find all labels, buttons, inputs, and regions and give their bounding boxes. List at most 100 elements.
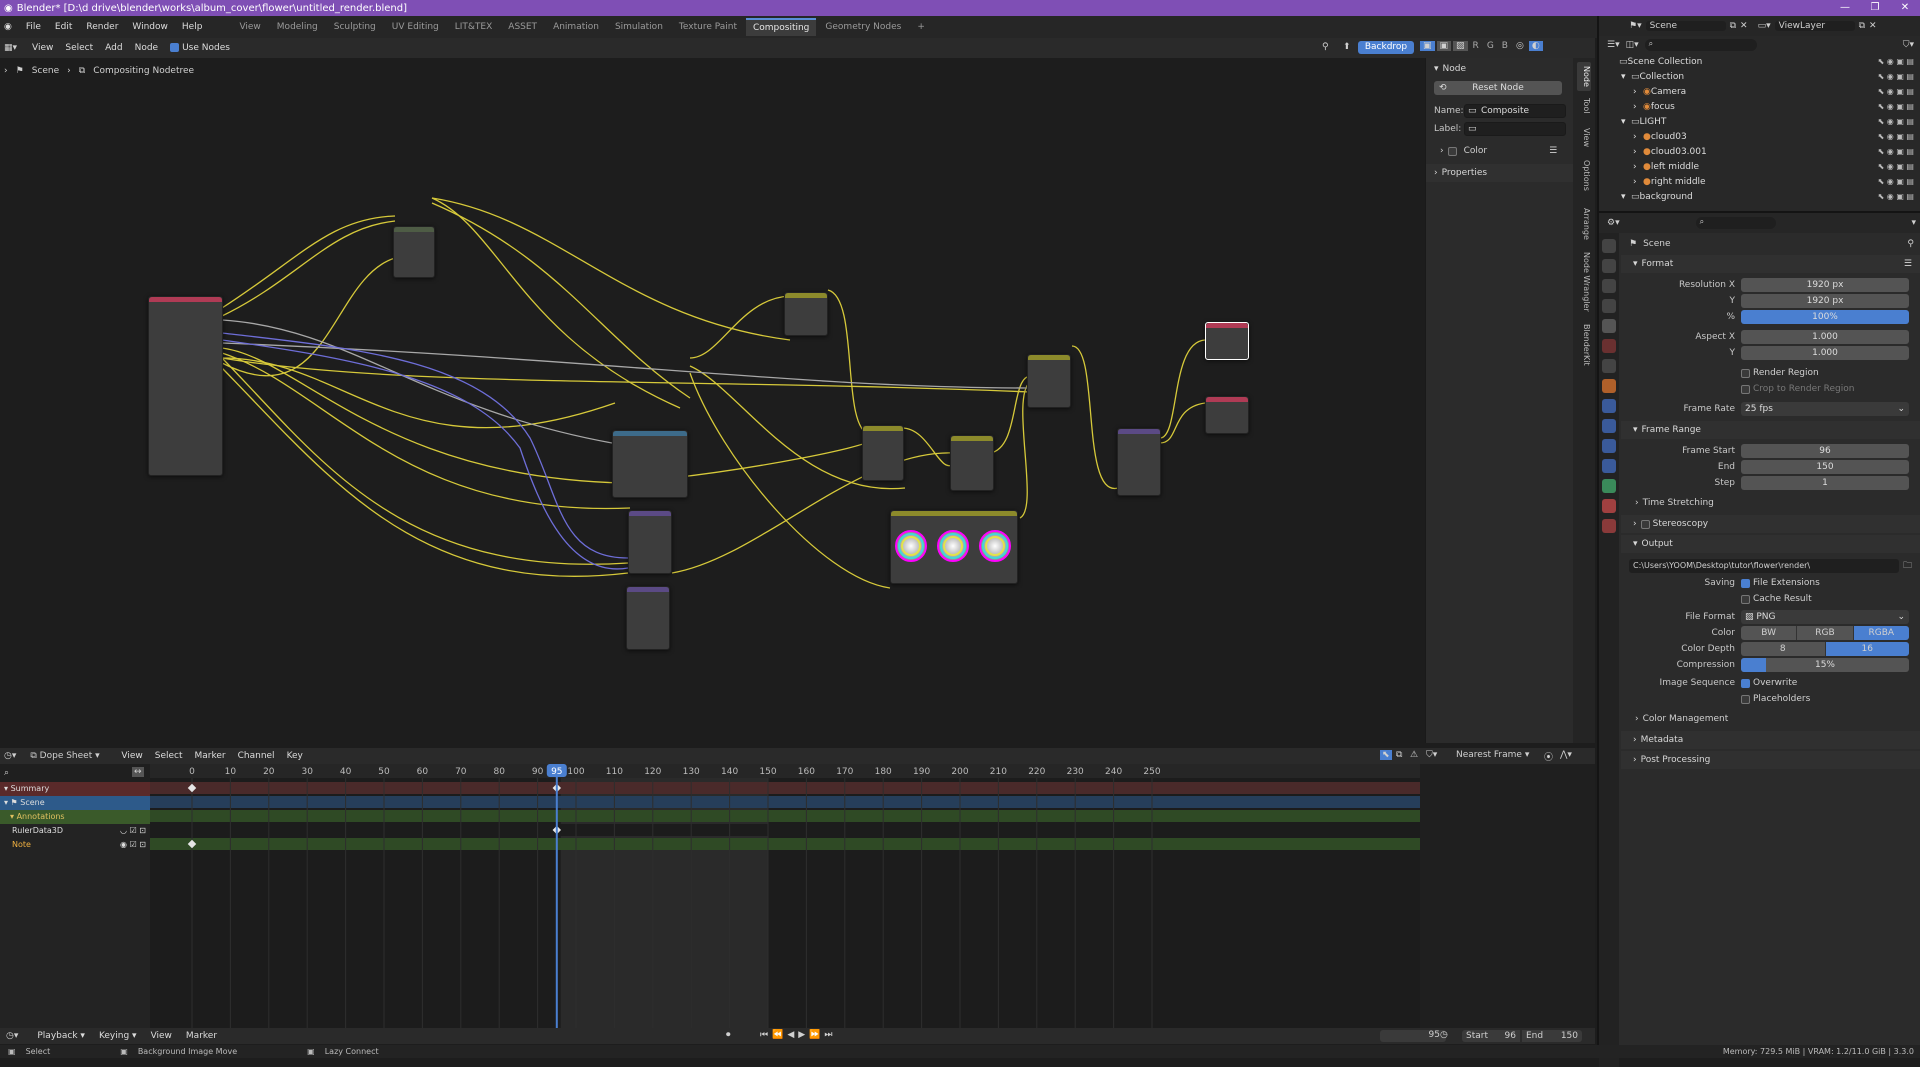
file-format-dropdown[interactable]: ▨ PNG ⌄ (1741, 610, 1909, 624)
play-reverse-icon[interactable]: ◀ (787, 1030, 794, 1040)
resolution-percent-field[interactable]: 100% (1741, 310, 1909, 324)
compression-slider[interactable]: 15% (1741, 658, 1909, 672)
composite-node[interactable] (1205, 322, 1249, 360)
maximize-button[interactable]: ❐ (1860, 0, 1890, 16)
render-layers-node[interactable] (148, 296, 223, 476)
workspace-tab-view[interactable]: View (232, 19, 267, 35)
stereoscopy-checkbox[interactable] (1640, 519, 1650, 529)
object-tab-icon[interactable] (1602, 379, 1616, 393)
frame-range-panel-header[interactable]: ▾ Frame Range (1621, 421, 1920, 439)
visibility-toggles-icon[interactable]: ⬉ ◉ ▣ ▤ (1878, 177, 1914, 186)
resolution-x-field[interactable]: 1920 px (1741, 278, 1909, 292)
frame-step-field[interactable]: 1 (1741, 476, 1909, 490)
hue-saturation-node[interactable] (1117, 428, 1161, 496)
pin-icon[interactable]: ⚲ (1322, 42, 1329, 52)
channel-toggles-icon[interactable]: ◉ ☑ ⊡ (120, 838, 146, 852)
node-name-field[interactable]: ▭ Composite (1464, 104, 1566, 118)
color-depth-16[interactable]: 16 (1825, 642, 1909, 656)
properties-panel-header[interactable]: › Properties (1426, 164, 1583, 182)
output-path-field[interactable]: C:\Users\YOOM\Desktop\tutor\flower\rende… (1629, 559, 1899, 573)
output-panel-header[interactable]: ▾ Output (1621, 535, 1920, 553)
node-menu-add[interactable]: Add (100, 42, 127, 54)
workspace-tab-texture-paint[interactable]: Texture Paint (672, 19, 744, 35)
glare-node-1[interactable] (628, 510, 672, 574)
expand-arrow-icon[interactable]: ▾ (1621, 192, 1631, 202)
tab-blenderkit[interactable]: BlenderKit (1577, 320, 1591, 370)
placeholders-checkbox[interactable] (1741, 694, 1750, 704)
color-wheels[interactable] (891, 516, 1017, 576)
ds-menu-select[interactable]: Select (150, 750, 188, 762)
visibility-toggles-icon[interactable]: ⬉ ◉ ▣ ▤ (1878, 192, 1914, 201)
color-subpanel[interactable]: › Color ☰ (1426, 142, 1583, 160)
tab-arrange[interactable]: Arrange (1577, 204, 1591, 244)
time-stretching-subpanel[interactable]: › Time Stretching (1621, 495, 1920, 511)
ds-menu-marker[interactable]: Marker (190, 750, 231, 762)
viewer-node[interactable] (1205, 396, 1249, 434)
frame-end-field[interactable]: 150 (1741, 460, 1909, 474)
file-extensions-checkbox[interactable] (1741, 578, 1750, 588)
collapse-icon[interactable]: ▾ ⚑ (4, 798, 20, 807)
list-icon[interactable]: ☰ (1549, 146, 1557, 156)
node-label-field[interactable]: ▭ (1464, 122, 1566, 136)
prev-key-icon[interactable]: ⏪ (772, 1030, 783, 1040)
dope-sheet-timeline[interactable]: 0 10 20 30 40 50 60 70 80 90 100 110 120 130 140 150 160… (150, 764, 1420, 1028)
channel-toggles-icon[interactable]: ◡ ☑ ⊡ (120, 824, 146, 838)
display-mode-icon[interactable]: ◫▾ (1626, 40, 1639, 50)
expand-arrow-icon[interactable]: › (1633, 177, 1643, 187)
snap-selector[interactable]: Nearest Frame ▾ (1456, 750, 1538, 760)
mix-node-4[interactable] (1027, 354, 1071, 408)
resolution-y-field[interactable]: 1920 px (1741, 294, 1909, 308)
folder-icon[interactable]: 🗀 (1903, 558, 1912, 574)
minimize-button[interactable]: — (1830, 0, 1860, 16)
aspect-x-field[interactable]: 1.000 (1741, 330, 1909, 344)
gizmo-icon[interactable]: ◎ (1513, 41, 1527, 51)
menu-render[interactable]: Render (80, 20, 124, 34)
frame-rate-dropdown[interactable]: 25 fps ⌄ (1741, 402, 1909, 416)
aspect-y-field[interactable]: 1.000 (1741, 346, 1909, 360)
visibility-toggles-icon[interactable]: ⬉ ◉ ▣ ▤ (1878, 162, 1914, 171)
jump-end-icon[interactable]: ⏭ (824, 1030, 832, 1040)
overwrite-checkbox[interactable] (1741, 678, 1750, 688)
overlay-icon[interactable]: ◐ (1528, 41, 1543, 51)
visibility-toggles-icon[interactable]: ⬉ ◉ ▣ ▤ (1878, 117, 1914, 126)
node-menu-select[interactable]: Select (60, 42, 98, 54)
editor-type-icon[interactable]: ☰▾ (1607, 40, 1620, 50)
filter-icon[interactable]: ⛉▾ (1426, 750, 1437, 760)
only-selected-icon[interactable]: ⬉ (1380, 750, 1392, 760)
remove-layer-icon[interactable]: ✕ (1869, 21, 1877, 31)
color-balance-node[interactable] (890, 510, 1018, 584)
outliner-item[interactable]: ▾ ▭ background ⬉ ◉ ▣ ▤ (1599, 189, 1920, 204)
parent-node-icon[interactable]: ⬆ (1343, 42, 1351, 52)
pin-icon[interactable]: ⚲ (1907, 239, 1914, 249)
scene-tab-icon[interactable] (1602, 319, 1616, 333)
menu-window[interactable]: Window (126, 20, 174, 34)
expand-arrow-icon[interactable]: › (1633, 102, 1643, 112)
world-tab-icon[interactable] (1602, 339, 1616, 353)
jump-start-icon[interactable]: ⏮ (760, 1030, 768, 1040)
expand-arrow-icon[interactable]: › (1633, 132, 1643, 142)
record-button[interactable]: ⏺ (726, 1030, 731, 1040)
show-hidden-icon[interactable]: ⧉ (1396, 750, 1402, 760)
visibility-toggles-icon[interactable]: ⬉ ◉ ▣ ▤ (1878, 132, 1914, 141)
tab-view[interactable]: View (1577, 124, 1591, 151)
workspace-tab-asset[interactable]: ASSET (501, 19, 544, 35)
tab-options[interactable]: Options (1577, 156, 1591, 195)
channel-summary[interactable]: ▾ Summary (0, 782, 150, 796)
color-ramp-node[interactable] (612, 430, 688, 498)
visibility-toggles-icon[interactable]: ⬉ ◉ ▣ ▤ (1878, 147, 1914, 156)
color-alpha-icon[interactable]: ▣ (1420, 41, 1435, 51)
start-frame-field[interactable]: Start 96 (1462, 1030, 1520, 1042)
workspace-tab-uv-editing[interactable]: UV Editing (385, 19, 446, 35)
channel-scene[interactable]: ▾ ⚑ Scene (0, 796, 150, 810)
particles-tab-icon[interactable] (1602, 419, 1616, 433)
channel-r[interactable]: R (1470, 41, 1482, 51)
color-mode-bw[interactable]: BW (1741, 626, 1798, 640)
color-mode-rgba[interactable]: RGBA (1853, 626, 1909, 640)
visibility-toggles-icon[interactable]: ⬉ ◉ ▣ ▤ (1878, 72, 1914, 81)
collection-tab-icon[interactable] (1602, 359, 1616, 373)
editor-type-icon[interactable]: ⚙▾ (1607, 218, 1620, 228)
preset-icon[interactable]: ☰ (1904, 259, 1912, 269)
channel-ruler[interactable]: RulerData3D ◡ ☑ ⊡ (0, 824, 150, 838)
editor-type-icon[interactable]: ◷▾ (6, 1031, 18, 1041)
mode-selector[interactable]: ⧉ Dope Sheet ▾ (26, 751, 114, 761)
